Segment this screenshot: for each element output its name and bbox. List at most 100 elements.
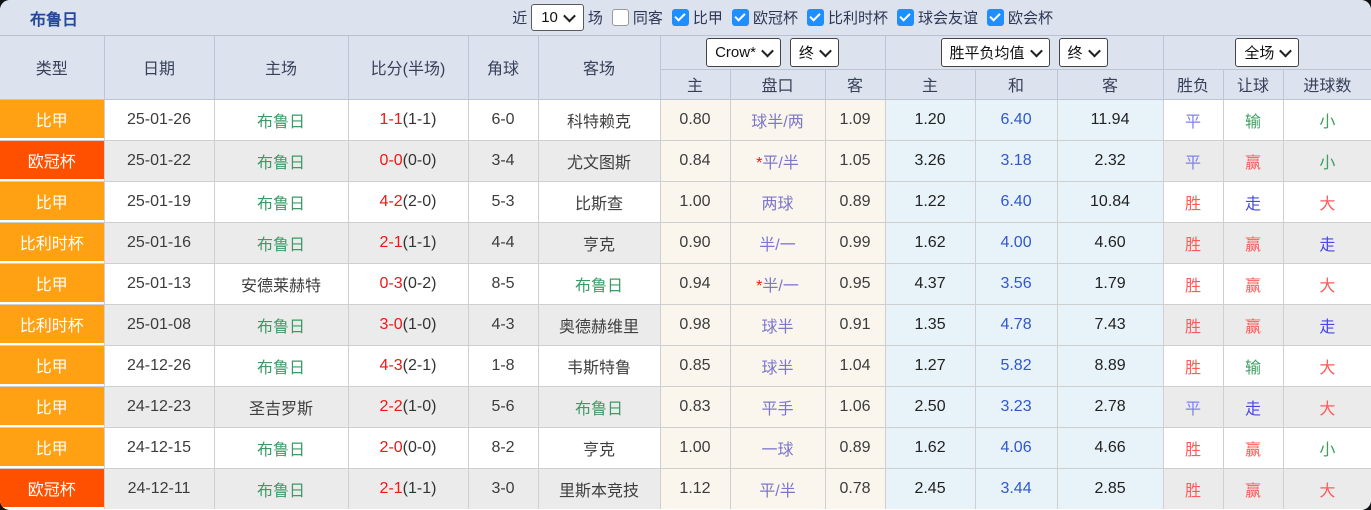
odds-away: 0.78: [824, 467, 886, 509]
result-handicap: 走: [1222, 180, 1284, 223]
same-venue-checkbox[interactable]: [611, 9, 629, 26]
subheader-odds-home: 主: [660, 68, 731, 100]
match-row: 比甲 25-01-19 布鲁日 4-2(2-0) 5-3 比斯查 1.00 两球…: [0, 180, 1371, 223]
avg-away: 11.94: [1056, 98, 1164, 141]
handicap: 半/一: [729, 221, 826, 264]
league-badge: 比利时杯: [0, 222, 104, 261]
league-checkbox-uecl[interactable]: [986, 9, 1004, 26]
avg-draw: 4.78: [974, 303, 1058, 346]
corners: 4-3: [467, 303, 539, 346]
result-handicap: 赢: [1222, 303, 1284, 346]
result-goals: 小: [1282, 139, 1371, 182]
away-team[interactable]: 布鲁日: [537, 385, 661, 428]
home-team[interactable]: 布鲁日: [213, 426, 349, 469]
handicap: 球半/两: [729, 98, 826, 141]
avg-draw: 3.18: [974, 139, 1058, 182]
away-team[interactable]: 科特赖克: [537, 98, 661, 141]
avg-home: 2.45: [884, 467, 976, 509]
avg-draw: 6.40: [974, 98, 1058, 141]
avg-source-select[interactable]: 胜平负均值: [940, 37, 1050, 67]
away-team[interactable]: 尤文图斯: [537, 139, 661, 182]
result-wdl: 平: [1162, 139, 1224, 182]
result-handicap: 赢: [1222, 221, 1284, 264]
match-row: 欧冠杯 24-12-11 布鲁日 2-1(1-1) 3-0 里斯本竞技 1.12…: [0, 467, 1371, 509]
avg-time-select[interactable]: 终: [1058, 37, 1108, 67]
avg-away: 1.79: [1056, 262, 1164, 305]
home-team[interactable]: 布鲁日: [213, 467, 349, 509]
avg-home: 2.50: [884, 385, 976, 428]
avg-away: 2.85: [1056, 467, 1164, 509]
handicap: 一球: [729, 426, 826, 469]
recent-count-select[interactable]: 10: [531, 4, 584, 31]
odds-away: 1.05: [824, 139, 886, 182]
away-team[interactable]: 比斯查: [537, 180, 661, 223]
chevron-down-icon: [1279, 44, 1293, 58]
result-wdl: 胜: [1162, 467, 1224, 509]
odds-home: 0.85: [659, 344, 731, 387]
league-checkbox-ucl[interactable]: [731, 9, 749, 26]
avg-away: 4.66: [1056, 426, 1164, 469]
avg-home: 1.62: [884, 426, 976, 469]
avg-away: 2.78: [1056, 385, 1164, 428]
odds-away: 0.89: [824, 426, 886, 469]
chevron-down-icon: [1087, 44, 1101, 58]
league-badge: 比利时杯: [0, 304, 104, 343]
avg-draw: 4.06: [974, 426, 1058, 469]
col-header-corner: 角球: [467, 36, 539, 100]
handicap: *半/一: [729, 262, 826, 305]
home-team[interactable]: 布鲁日: [213, 180, 349, 223]
score: 2-1(1-1): [347, 221, 469, 264]
recent-label: 近: [512, 10, 528, 27]
away-team[interactable]: 奥德赫维里: [537, 303, 661, 346]
odds-home: 0.83: [659, 385, 731, 428]
odds-home: 0.80: [659, 98, 731, 141]
result-wdl: 胜: [1162, 426, 1224, 469]
handicap: 球半: [729, 344, 826, 387]
score: 4-2(2-0): [347, 180, 469, 223]
match-date: 25-01-19: [103, 180, 215, 223]
team-title: 布鲁日: [30, 11, 79, 29]
corners: 5-6: [467, 385, 539, 428]
home-team[interactable]: 布鲁日: [213, 221, 349, 264]
corners: 3-4: [467, 139, 539, 182]
away-team[interactable]: 亨克: [537, 426, 661, 469]
subheader-handicap: 盘口: [729, 68, 826, 100]
home-team[interactable]: 安德莱赫特: [213, 262, 349, 305]
result-handicap: 输: [1222, 98, 1284, 141]
home-team[interactable]: 布鲁日: [213, 344, 349, 387]
avg-draw: 5.82: [974, 344, 1058, 387]
chevron-down-icon: [563, 9, 576, 23]
match-stats-panel: 布鲁日 近 10 场 同客 比甲 欧冠杯 比利时杯 球会友谊 欧会杯 类型 日期…: [0, 0, 1371, 510]
league-checkbox-jupiler[interactable]: [671, 9, 689, 26]
avg-group-header: 胜平负均值 终: [884, 36, 1164, 70]
filter-bar: 布鲁日 近 10 场 同客 比甲 欧冠杯 比利时杯 球会友谊 欧会杯: [0, 0, 1371, 36]
corners: 3-0: [467, 467, 539, 509]
away-team[interactable]: 韦斯特鲁: [537, 344, 661, 387]
away-team[interactable]: 亨克: [537, 221, 661, 264]
home-team[interactable]: 布鲁日: [213, 98, 349, 141]
match-row: 比甲 24-12-26 布鲁日 4-3(2-1) 1-8 韦斯特鲁 0.85 球…: [0, 344, 1371, 387]
avg-home: 1.22: [884, 180, 976, 223]
match-date: 24-12-15: [103, 426, 215, 469]
score: 1-1(1-1): [347, 98, 469, 141]
odds-away: 0.95: [824, 262, 886, 305]
home-team[interactable]: 圣吉罗斯: [213, 385, 349, 428]
league-label: 比甲: [692, 10, 723, 27]
league-checkbox-belgian-cup[interactable]: [806, 9, 824, 26]
away-team[interactable]: 里斯本竞技: [537, 467, 661, 509]
result-wdl: 平: [1162, 98, 1224, 141]
match-row: 比甲 24-12-15 布鲁日 2-0(0-0) 8-2 亨克 1.00 一球 …: [0, 426, 1371, 469]
home-team[interactable]: 布鲁日: [213, 303, 349, 346]
home-team[interactable]: 布鲁日: [213, 139, 349, 182]
match-row: 比利时杯 25-01-08 布鲁日 3-0(1-0) 4-3 奥德赫维里 0.9…: [0, 303, 1371, 346]
league-label: 比利时杯: [827, 10, 888, 27]
odds-time-select[interactable]: 终: [789, 37, 839, 67]
avg-draw: 3.23: [974, 385, 1058, 428]
league-label: 欧冠杯: [752, 10, 798, 27]
scope-select[interactable]: 全场: [1235, 37, 1300, 67]
result-goals: 大: [1282, 385, 1371, 428]
avg-home: 1.27: [884, 344, 976, 387]
league-checkbox-club-friendly[interactable]: [896, 9, 914, 26]
away-team[interactable]: 布鲁日: [537, 262, 661, 305]
odds-source-select[interactable]: Crow*: [706, 37, 781, 67]
